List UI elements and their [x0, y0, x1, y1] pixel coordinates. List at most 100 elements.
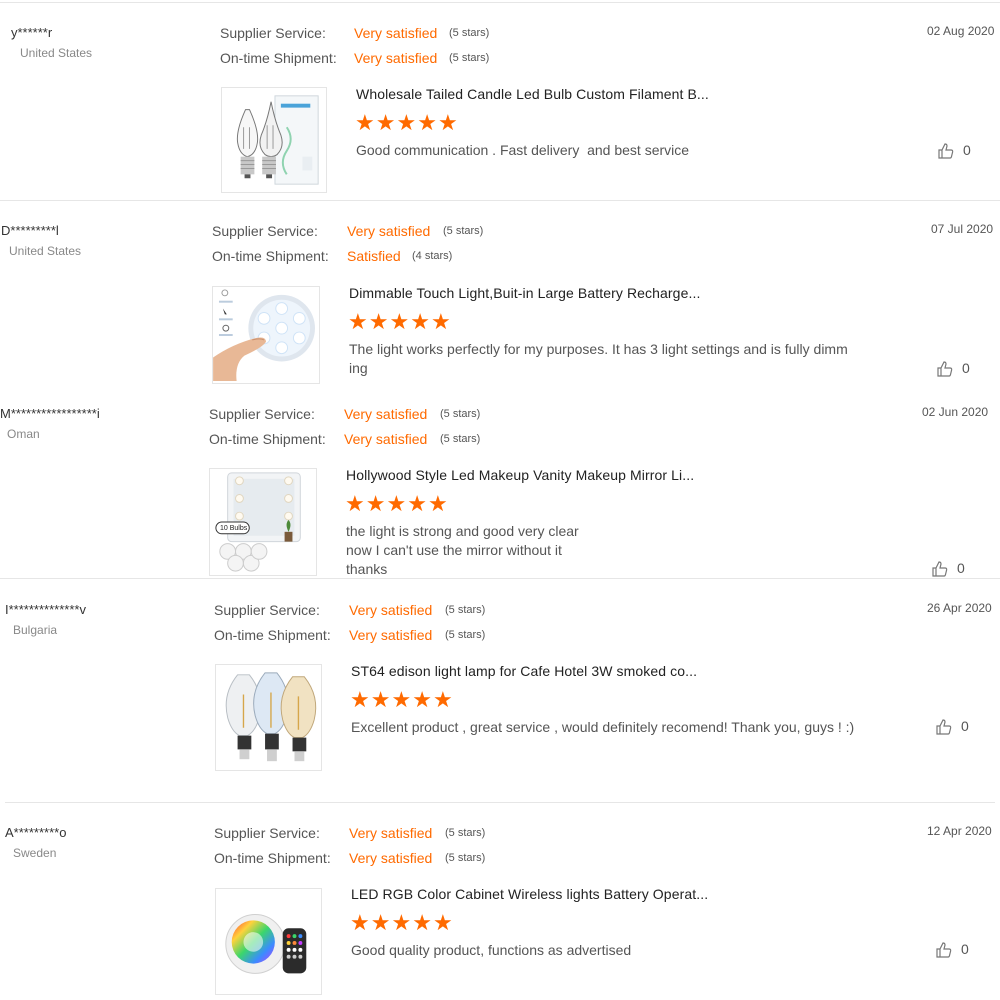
star-icon: ★	[355, 110, 376, 135]
thumbs-up-icon	[936, 719, 952, 735]
reviewer-country: United States	[20, 46, 93, 60]
supplier-service-value: Very satisfied	[347, 223, 431, 239]
shipment-label: On-time Shipment:	[209, 431, 326, 447]
like-count: 0	[961, 718, 969, 734]
review-date: 02 Aug 2020	[927, 24, 995, 38]
supplier-service-label: Supplier Service:	[212, 223, 318, 239]
edison-bulbs-product-image[interactable]	[215, 664, 322, 771]
supplier-service-value: Very satisfied	[349, 825, 433, 841]
star-icon: ★	[432, 910, 454, 935]
thumbs-up-icon	[936, 942, 952, 958]
star-icon: ★	[396, 110, 418, 135]
star-icon: ★	[345, 491, 366, 516]
shipment-stars: (5 stars)	[445, 852, 486, 864]
product-title-link[interactable]: Dimmable Touch Light,Buit-in Large Batte…	[349, 285, 700, 301]
star-icon: ★	[427, 491, 449, 516]
reviewer-name: M*****************i	[0, 406, 100, 421]
rating-stars: ★★★★★	[345, 493, 449, 515]
like-button[interactable]: 0	[937, 142, 971, 160]
thumbs-up-icon	[937, 361, 953, 377]
product-title-link[interactable]: Wholesale Tailed Candle Led Bulb Custom …	[356, 86, 709, 102]
supplier-service-label: Supplier Service:	[214, 602, 320, 618]
like-button[interactable]: 0	[935, 718, 969, 736]
reviewer-name: y******r	[11, 25, 53, 40]
star-icon: ★	[375, 110, 397, 135]
review-comment: Good communication . Fast delivery and b…	[356, 142, 690, 158]
star-icon: ★	[370, 687, 392, 712]
review-date: 12 Apr 2020	[927, 824, 992, 838]
shipment-value: Very satisfied	[354, 50, 438, 66]
review-date: 26 Apr 2020	[927, 601, 992, 615]
review-date: 07 Jul 2020	[931, 222, 994, 236]
supplier-service-value: Very satisfied	[349, 602, 433, 618]
shipment-label: On-time Shipment:	[212, 248, 329, 264]
like-button[interactable]: 0	[936, 360, 970, 378]
supplier-service-stars: (5 stars)	[440, 408, 481, 420]
supplier-service-label: Supplier Service:	[220, 25, 326, 41]
like-count: 0	[961, 941, 969, 957]
shipment-value: Very satisfied	[344, 431, 428, 447]
star-icon: ★	[391, 687, 413, 712]
star-icon: ★	[430, 309, 452, 334]
product-title-link[interactable]: ST64 edison light lamp for Cafe Hotel 3W…	[351, 663, 697, 679]
candle-bulb-product-image[interactable]	[221, 87, 327, 193]
supplier-service-label: Supplier Service:	[214, 825, 320, 841]
review-divider	[0, 578, 1000, 579]
review-comment: Good quality product, functions as adver…	[351, 942, 632, 958]
star-icon: ★	[437, 110, 459, 135]
shipment-value: Very satisfied	[349, 850, 433, 866]
shipment-value: Satisfied	[347, 248, 401, 264]
product-title-link[interactable]: Hollywood Style Led Makeup Vanity Makeup…	[346, 467, 694, 483]
shipment-stars: (5 stars)	[449, 52, 490, 64]
reviewer-country: Oman	[7, 427, 40, 441]
star-icon: ★	[417, 110, 438, 135]
review-item: A*********o Sweden Supplier Service: Ver…	[0, 803, 1000, 1000]
touch-light-product-image[interactable]	[212, 286, 320, 384]
like-count: 0	[962, 360, 970, 376]
reviewer-name: D*********l	[1, 223, 59, 238]
supplier-service-stars: (5 stars)	[449, 27, 490, 39]
star-icon: ★	[432, 687, 454, 712]
thumbs-up-icon	[932, 561, 948, 577]
product-title-link[interactable]: LED RGB Color Cabinet Wireless lights Ba…	[351, 886, 708, 902]
star-icon: ★	[391, 910, 413, 935]
like-button[interactable]: 0	[931, 560, 965, 578]
review-item: D*********l United States Supplier Servi…	[0, 200, 1000, 385]
supplier-service-value: Very satisfied	[344, 406, 428, 422]
shipment-label: On-time Shipment:	[220, 50, 337, 66]
star-icon: ★	[412, 910, 433, 935]
star-icon: ★	[350, 910, 371, 935]
star-icon: ★	[348, 309, 369, 334]
thumbs-up-icon	[938, 143, 954, 159]
review-item: y******r United States Supplier Service:…	[0, 0, 1000, 200]
star-icon: ★	[386, 491, 408, 516]
review-item: M*****************i Oman Supplier Servic…	[0, 385, 1000, 578]
star-icon: ★	[368, 309, 390, 334]
product-image-badge: 10 Bulbs	[220, 525, 248, 532]
shipment-label: On-time Shipment:	[214, 850, 331, 866]
review-comment: the light is strong and good very clear …	[346, 523, 579, 577]
shipment-label: On-time Shipment:	[214, 627, 331, 643]
star-icon: ★	[412, 687, 433, 712]
supplier-service-stars: (5 stars)	[445, 827, 486, 839]
shipment-value: Very satisfied	[349, 627, 433, 643]
supplier-service-stars: (5 stars)	[445, 604, 486, 616]
rating-stars: ★★★★★	[348, 311, 452, 333]
rating-stars: ★★★★★	[350, 912, 454, 934]
shipment-stars: (4 stars)	[412, 250, 453, 262]
reviewer-country: United States	[9, 244, 82, 258]
star-icon: ★	[370, 910, 392, 935]
star-icon: ★	[410, 309, 431, 334]
shipment-stars: (5 stars)	[440, 433, 481, 445]
review-item: I**************v Bulgaria Supplier Servi…	[0, 580, 1000, 802]
like-count: 0	[957, 560, 965, 576]
vanity-mirror-product-image[interactable]: 10 Bulbs	[209, 468, 317, 576]
review-comment: The light works perfectly for my purpose…	[349, 341, 848, 376]
like-button[interactable]: 0	[935, 941, 969, 959]
like-count: 0	[963, 142, 971, 158]
supplier-service-label: Supplier Service:	[209, 406, 315, 422]
reviewer-country: Sweden	[13, 846, 57, 860]
rgb-light-product-image[interactable]	[215, 888, 322, 995]
review-date: 02 Jun 2020	[922, 405, 989, 419]
reviewer-country: Bulgaria	[13, 623, 58, 637]
